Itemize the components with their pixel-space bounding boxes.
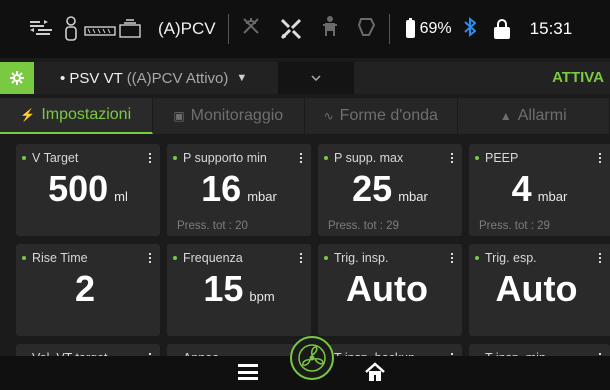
menu-icon[interactable] bbox=[238, 364, 258, 380]
setting-tile[interactable]: Frequenza 15 bpm bbox=[167, 244, 311, 336]
tab-allarmi[interactable]: ▲ Allarmi bbox=[458, 98, 610, 134]
bullet bbox=[324, 156, 328, 160]
tile-label: Frequenza bbox=[183, 251, 243, 265]
tile-value: 15 bbox=[203, 268, 244, 309]
tile-value: 16 bbox=[201, 168, 242, 209]
gear-icon[interactable] bbox=[0, 62, 34, 94]
battery-percent: 69% bbox=[419, 20, 452, 37]
tile-unit: mbar bbox=[398, 189, 428, 204]
status-bar: (A)PCV 69% 15:31 bbox=[0, 0, 610, 58]
setting-tile[interactable]: Trig. insp. Auto bbox=[318, 244, 462, 336]
lock-icon[interactable] bbox=[493, 19, 510, 39]
clock: 15:31 bbox=[529, 19, 573, 38]
bullet bbox=[324, 256, 328, 260]
tile-value: Auto bbox=[346, 268, 428, 309]
mode-bar: • PSV VT ((A)PCV Attivo) ▼ ATTIVA bbox=[0, 62, 610, 94]
separator bbox=[227, 14, 229, 44]
patient-icon bbox=[64, 16, 78, 42]
bag-icon bbox=[357, 15, 377, 43]
bullet bbox=[475, 156, 479, 160]
tile-unit: mbar bbox=[537, 189, 568, 204]
tile-value: 2 bbox=[74, 268, 96, 309]
tile-label: P supp. max bbox=[334, 151, 404, 165]
mode-name: PSV VT bbox=[69, 69, 123, 87]
wrench-icon: ⚡ bbox=[20, 108, 36, 122]
alarm-silenced-icon bbox=[241, 16, 261, 42]
setting-tile[interactable]: Rise Time 2 bbox=[16, 244, 160, 336]
tile-footnote: Press. tot : 29 bbox=[328, 220, 399, 232]
tile-unit: mbar bbox=[247, 189, 277, 204]
home-icon[interactable] bbox=[364, 362, 386, 382]
setting-tile[interactable]: PEEP 4 mbar Press. tot : 29 bbox=[469, 144, 610, 236]
ventilation-mode-label: (A)PCV bbox=[158, 19, 216, 38]
more-icon[interactable] bbox=[448, 253, 456, 263]
wave-icon: ∿ bbox=[323, 109, 334, 123]
bell-icon: ▲ bbox=[499, 109, 512, 123]
tab-forme-d-onda[interactable]: ∿ Forme d'onda bbox=[305, 98, 458, 134]
battery-icon bbox=[405, 18, 415, 38]
person-icon bbox=[321, 15, 339, 43]
tile-unit: bpm bbox=[249, 289, 275, 304]
bullet bbox=[173, 156, 177, 160]
bullet bbox=[173, 256, 177, 260]
more-icon[interactable] bbox=[297, 253, 305, 263]
bluetooth-icon bbox=[463, 16, 477, 42]
tile-footnote: Press. tot : 29 bbox=[479, 220, 550, 232]
more-icon[interactable] bbox=[297, 153, 305, 163]
more-icon[interactable] bbox=[596, 253, 604, 263]
tile-footnote: Press. tot : 20 bbox=[177, 220, 248, 232]
patient-circuit-icon bbox=[28, 16, 54, 42]
setting-tile[interactable]: Trig. esp. Auto bbox=[469, 244, 610, 336]
more-icon[interactable] bbox=[146, 253, 154, 263]
tile-label: V Target bbox=[32, 151, 79, 165]
tab-impostazioni[interactable]: ⚡ Impostazioni bbox=[0, 98, 153, 134]
tile-value: 4 bbox=[511, 168, 532, 209]
caret-down-icon[interactable]: ▼ bbox=[236, 72, 247, 84]
separator bbox=[388, 14, 390, 44]
tab-bar: ⚡ Impostazioni ▣ Monitoraggio ∿ Forme d'ond… bbox=[0, 98, 610, 134]
bullet bbox=[22, 156, 26, 160]
tile-value: 500 bbox=[48, 168, 109, 209]
more-icon[interactable] bbox=[596, 153, 604, 163]
mode-backup: ((A)PCV Attivo) bbox=[126, 69, 229, 87]
setting-tile[interactable]: P supp. max 25 mbar Press. tot : 29 bbox=[318, 144, 462, 236]
more-icon[interactable] bbox=[448, 153, 456, 163]
more-icon[interactable] bbox=[146, 153, 154, 163]
bullet bbox=[22, 256, 26, 260]
tile-unit: ml bbox=[114, 189, 128, 204]
bullet bbox=[475, 256, 479, 260]
tile-value: Auto bbox=[495, 268, 578, 309]
tab-monitoraggio[interactable]: ▣ Monitoraggio bbox=[153, 98, 305, 134]
mode-status-badge: ATTIVA bbox=[552, 69, 604, 86]
tile-value: 25 bbox=[352, 168, 393, 209]
setting-tile[interactable]: P supporto min 16 mbar Press. tot : 20 bbox=[167, 144, 311, 236]
tools-icon[interactable] bbox=[279, 17, 303, 41]
chevron-down-icon[interactable] bbox=[278, 62, 354, 94]
tile-label: Trig. esp. bbox=[485, 251, 537, 265]
tile-label: Trig. insp. bbox=[334, 251, 389, 265]
fan-icon[interactable] bbox=[290, 336, 334, 380]
tile-label: PEEP bbox=[485, 151, 519, 165]
setting-tile[interactable]: V Target 500 ml bbox=[16, 144, 160, 236]
humidifier-icon bbox=[84, 17, 144, 41]
tile-label: P supporto min bbox=[183, 151, 267, 165]
tile-label: Rise Time bbox=[32, 251, 88, 265]
mode-selector[interactable]: • PSV VT ((A)PCV Attivo) bbox=[60, 70, 228, 87]
monitor-icon: ▣ bbox=[173, 109, 185, 123]
